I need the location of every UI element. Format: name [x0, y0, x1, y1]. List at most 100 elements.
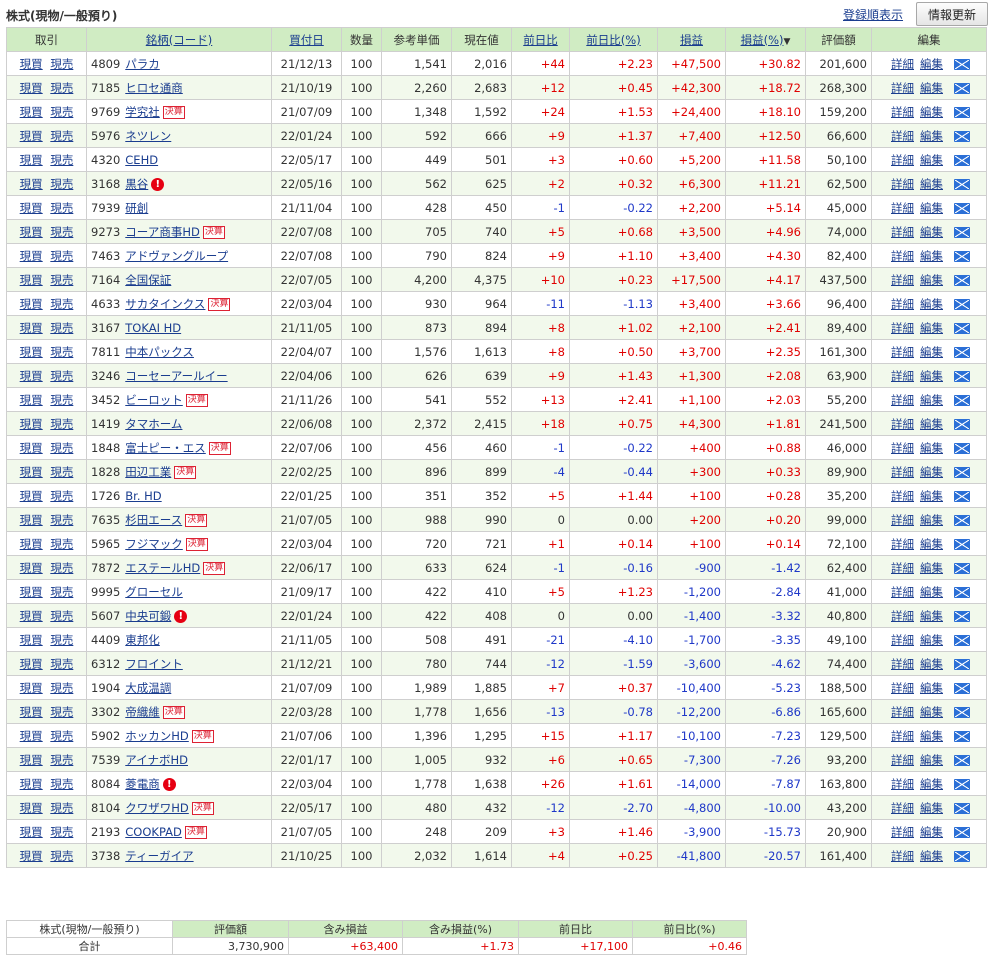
- edit-link[interactable]: 編集: [920, 225, 943, 239]
- mail-icon[interactable]: [954, 466, 970, 478]
- detail-link[interactable]: 詳細: [891, 633, 914, 647]
- buy-link[interactable]: 現買: [20, 177, 43, 191]
- buy-link[interactable]: 現買: [20, 249, 43, 263]
- col-change-pct-sort[interactable]: 前日比(%): [569, 27, 658, 52]
- col-pl-sort[interactable]: 損益: [657, 27, 726, 52]
- buy-link[interactable]: 現買: [20, 201, 43, 215]
- buy-link[interactable]: 現買: [20, 345, 43, 359]
- mail-icon[interactable]: [954, 226, 970, 238]
- stock-name-link[interactable]: パラカ: [125, 57, 160, 71]
- detail-link[interactable]: 詳細: [891, 321, 914, 335]
- edit-link[interactable]: 編集: [920, 417, 943, 431]
- mail-icon[interactable]: [954, 202, 970, 214]
- buy-link[interactable]: 現買: [20, 441, 43, 455]
- sell-link[interactable]: 現売: [50, 705, 73, 719]
- stock-name-link[interactable]: ネツレン: [125, 129, 171, 143]
- mail-icon[interactable]: [954, 154, 970, 166]
- buy-link[interactable]: 現買: [20, 777, 43, 791]
- stock-name-link[interactable]: Br. HD: [125, 489, 161, 503]
- sell-link[interactable]: 現売: [50, 633, 73, 647]
- detail-link[interactable]: 詳細: [891, 297, 914, 311]
- detail-link[interactable]: 詳細: [891, 537, 914, 551]
- sell-link[interactable]: 現売: [50, 105, 73, 119]
- edit-link[interactable]: 編集: [920, 273, 943, 287]
- stock-name-link[interactable]: 黒谷: [125, 177, 148, 191]
- buy-link[interactable]: 現買: [20, 81, 43, 95]
- edit-link[interactable]: 編集: [920, 753, 943, 767]
- mail-icon[interactable]: [954, 538, 970, 550]
- detail-link[interactable]: 詳細: [891, 465, 914, 479]
- mail-icon[interactable]: [954, 58, 970, 70]
- buy-link[interactable]: 現買: [20, 273, 43, 287]
- detail-link[interactable]: 詳細: [891, 441, 914, 455]
- edit-link[interactable]: 編集: [920, 297, 943, 311]
- mail-icon[interactable]: [954, 346, 970, 358]
- detail-link[interactable]: 詳細: [891, 849, 914, 863]
- sell-link[interactable]: 現売: [50, 153, 73, 167]
- edit-link[interactable]: 編集: [920, 57, 943, 71]
- sell-link[interactable]: 現売: [50, 465, 73, 479]
- buy-link[interactable]: 現買: [20, 225, 43, 239]
- stock-name-link[interactable]: グローセル: [125, 585, 183, 599]
- detail-link[interactable]: 詳細: [891, 729, 914, 743]
- buy-link[interactable]: 現買: [20, 465, 43, 479]
- edit-link[interactable]: 編集: [920, 345, 943, 359]
- buy-link[interactable]: 現買: [20, 705, 43, 719]
- col-pl-link[interactable]: 損益: [680, 33, 703, 47]
- refresh-button[interactable]: 情報更新: [916, 2, 988, 26]
- mail-icon[interactable]: [954, 250, 970, 262]
- detail-link[interactable]: 詳細: [891, 105, 914, 119]
- stock-name-link[interactable]: フジマック: [125, 537, 183, 551]
- mail-icon[interactable]: [954, 322, 970, 334]
- col-change-link[interactable]: 前日比: [523, 33, 558, 47]
- col-date-sort[interactable]: 買付日: [271, 27, 342, 52]
- detail-link[interactable]: 詳細: [891, 753, 914, 767]
- mail-icon[interactable]: [954, 370, 970, 382]
- stock-name-link[interactable]: エステールHD: [125, 561, 200, 575]
- mail-icon[interactable]: [954, 82, 970, 94]
- edit-link[interactable]: 編集: [920, 369, 943, 383]
- mail-icon[interactable]: [954, 442, 970, 454]
- detail-link[interactable]: 詳細: [891, 561, 914, 575]
- sell-link[interactable]: 現売: [50, 657, 73, 671]
- mail-icon[interactable]: [954, 394, 970, 406]
- edit-link[interactable]: 編集: [920, 465, 943, 479]
- buy-link[interactable]: 現買: [20, 129, 43, 143]
- stock-name-link[interactable]: ホッカンHD: [125, 729, 189, 743]
- detail-link[interactable]: 詳細: [891, 801, 914, 815]
- edit-link[interactable]: 編集: [920, 321, 943, 335]
- detail-link[interactable]: 詳細: [891, 609, 914, 623]
- stock-name-link[interactable]: 東邦化: [125, 633, 160, 647]
- detail-link[interactable]: 詳細: [891, 393, 914, 407]
- buy-link[interactable]: 現買: [20, 849, 43, 863]
- stock-name-link[interactable]: 中央可鍛: [125, 609, 171, 623]
- edit-link[interactable]: 編集: [920, 561, 943, 575]
- stock-name-link[interactable]: TOKAI HD: [125, 321, 181, 335]
- sell-link[interactable]: 現売: [50, 201, 73, 215]
- buy-link[interactable]: 現買: [20, 609, 43, 623]
- stock-name-link[interactable]: 研創: [125, 201, 148, 215]
- edit-link[interactable]: 編集: [920, 585, 943, 599]
- mail-icon[interactable]: [954, 634, 970, 646]
- sell-link[interactable]: 現売: [50, 849, 73, 863]
- sell-link[interactable]: 現売: [50, 729, 73, 743]
- mail-icon[interactable]: [954, 682, 970, 694]
- edit-link[interactable]: 編集: [920, 801, 943, 815]
- detail-link[interactable]: 詳細: [891, 177, 914, 191]
- col-change-sort[interactable]: 前日比: [511, 27, 570, 52]
- edit-link[interactable]: 編集: [920, 489, 943, 503]
- sell-link[interactable]: 現売: [50, 585, 73, 599]
- edit-link[interactable]: 編集: [920, 705, 943, 719]
- mail-icon[interactable]: [954, 730, 970, 742]
- detail-link[interactable]: 詳細: [891, 657, 914, 671]
- detail-link[interactable]: 詳細: [891, 345, 914, 359]
- buy-link[interactable]: 現買: [20, 633, 43, 647]
- detail-link[interactable]: 詳細: [891, 681, 914, 695]
- detail-link[interactable]: 詳細: [891, 585, 914, 599]
- edit-link[interactable]: 編集: [920, 633, 943, 647]
- buy-link[interactable]: 現買: [20, 513, 43, 527]
- sell-link[interactable]: 現売: [50, 561, 73, 575]
- mail-icon[interactable]: [954, 850, 970, 862]
- col-stock-sort[interactable]: 銘柄(コード): [86, 27, 272, 52]
- detail-link[interactable]: 詳細: [891, 705, 914, 719]
